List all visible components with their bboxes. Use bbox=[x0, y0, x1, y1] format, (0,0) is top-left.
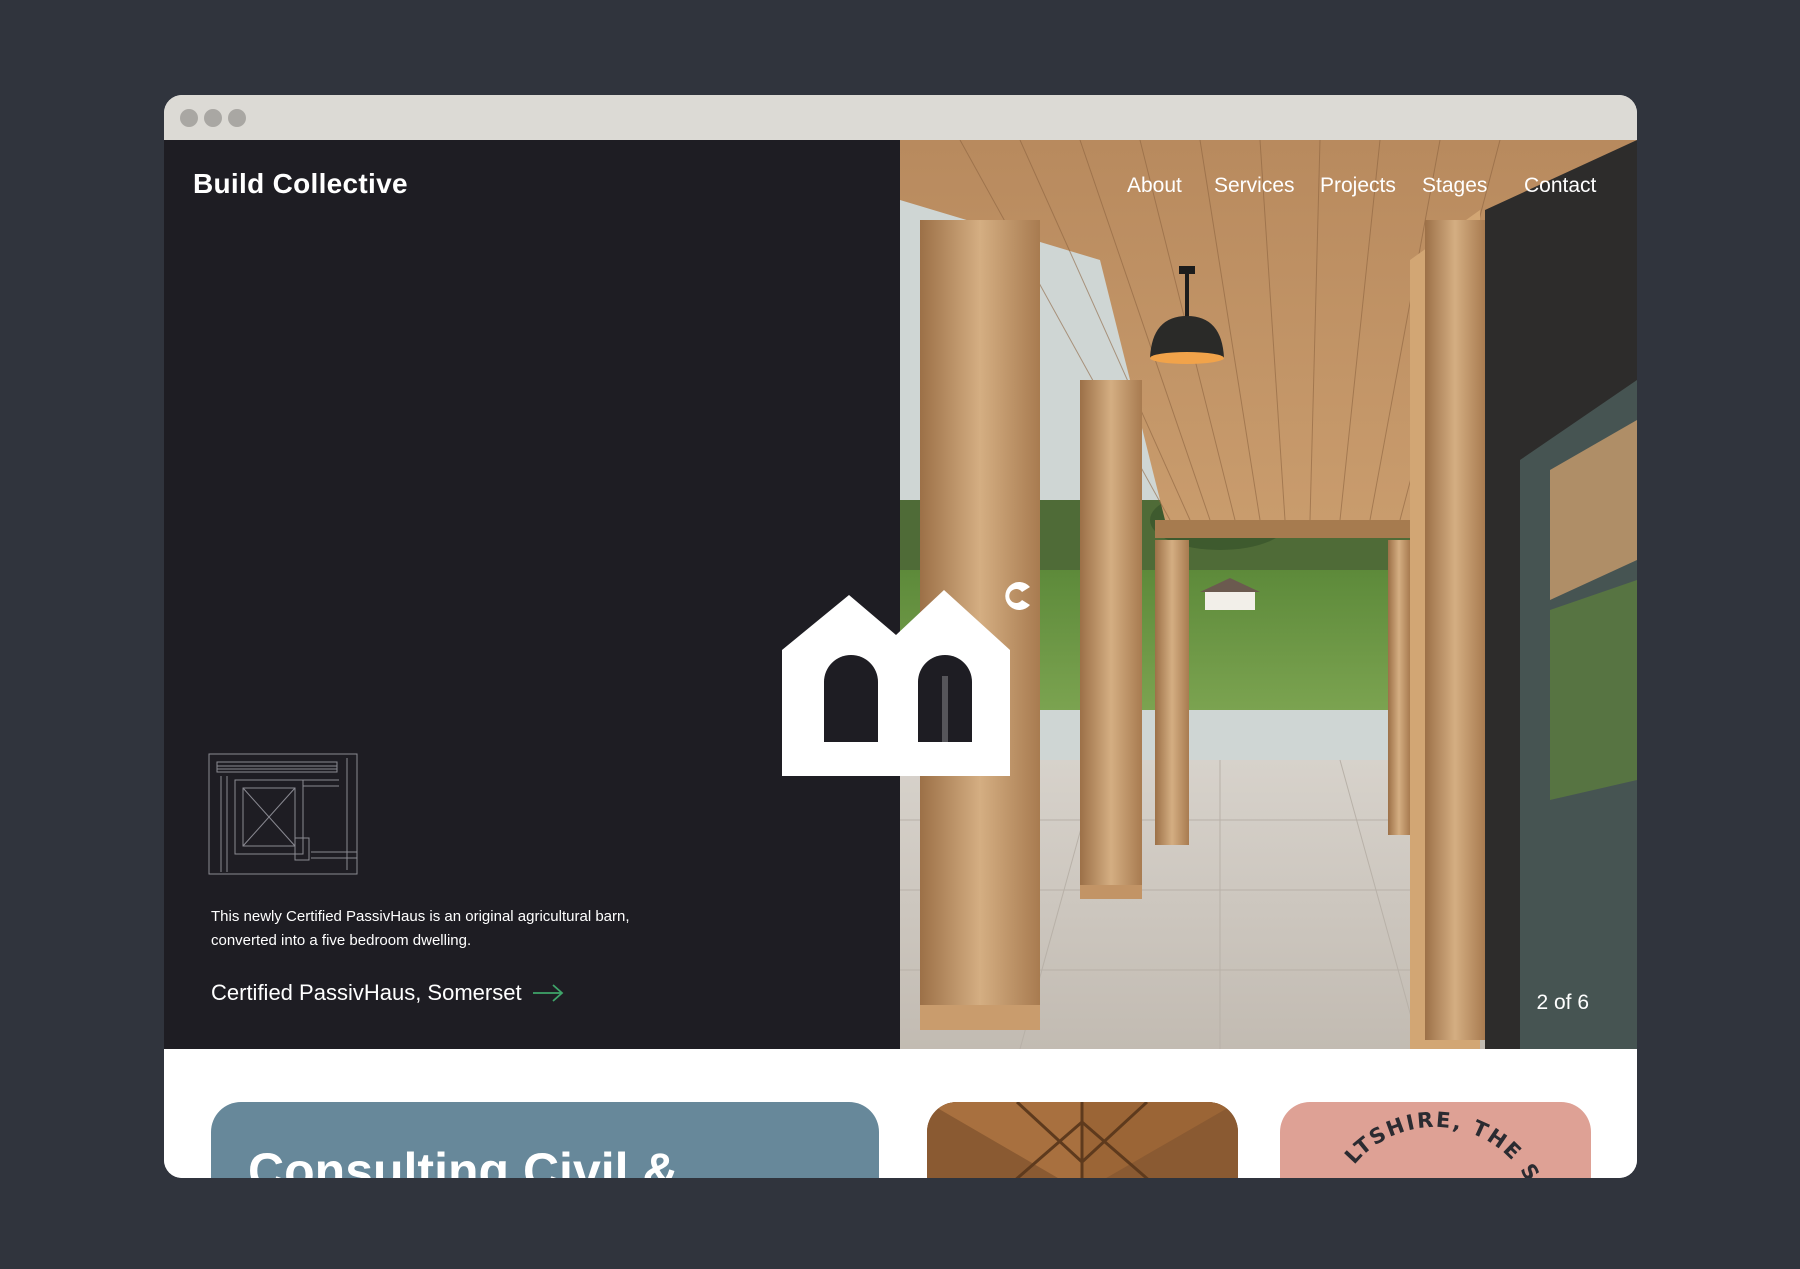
nav-projects[interactable]: Projects bbox=[1320, 174, 1396, 198]
nav-stages[interactable]: Stages bbox=[1422, 174, 1487, 198]
nav-services[interactable]: Services bbox=[1214, 174, 1295, 198]
browser-titlebar bbox=[164, 95, 1637, 140]
svg-text:LTSHIRE, THE SOU: LTSHIRE, THE SOU bbox=[1340, 1108, 1558, 1178]
timber-roof-image bbox=[927, 1102, 1238, 1178]
circular-region-badge-text: LTSHIRE, THE SOU bbox=[1340, 1108, 1558, 1178]
services-cards-row: Consulting Civil & LTSHIRE, THE S bbox=[164, 1049, 1637, 1178]
window-maximize-dot[interactable] bbox=[228, 109, 246, 127]
main-nav: About Services Projects Stages Contact bbox=[164, 174, 1637, 214]
nav-contact[interactable]: Contact bbox=[1524, 174, 1596, 198]
region-badge-text: LTSHIRE, THE SOU bbox=[1340, 1108, 1556, 1178]
browser-window: Build Collective This newly Certified Pa… bbox=[164, 95, 1637, 1178]
consulting-card-title: Consulting Civil & bbox=[248, 1143, 679, 1178]
window-close-dot[interactable] bbox=[180, 109, 198, 127]
region-badge-card[interactable]: LTSHIRE, THE SOU bbox=[1280, 1102, 1591, 1178]
blueprint-drawing-icon bbox=[208, 753, 358, 875]
project-link[interactable]: Certified PassivHaus, Somerset bbox=[211, 980, 564, 1006]
hero-section: Build Collective This newly Certified Pa… bbox=[164, 140, 1637, 1049]
window-minimize-dot[interactable] bbox=[204, 109, 222, 127]
consulting-card[interactable]: Consulting Civil & bbox=[211, 1102, 879, 1178]
slide-counter: 2 of 6 bbox=[1536, 991, 1589, 1014]
nav-about[interactable]: About bbox=[1127, 174, 1182, 198]
project-title[interactable]: Certified PassivHaus, Somerset bbox=[211, 980, 522, 1006]
timber-roof-card[interactable] bbox=[927, 1102, 1238, 1178]
project-caption: This newly Certified PassivHaus is an or… bbox=[211, 908, 630, 949]
build-collective-house-logo-icon bbox=[782, 582, 1030, 776]
arrow-right-icon[interactable] bbox=[532, 983, 564, 1003]
